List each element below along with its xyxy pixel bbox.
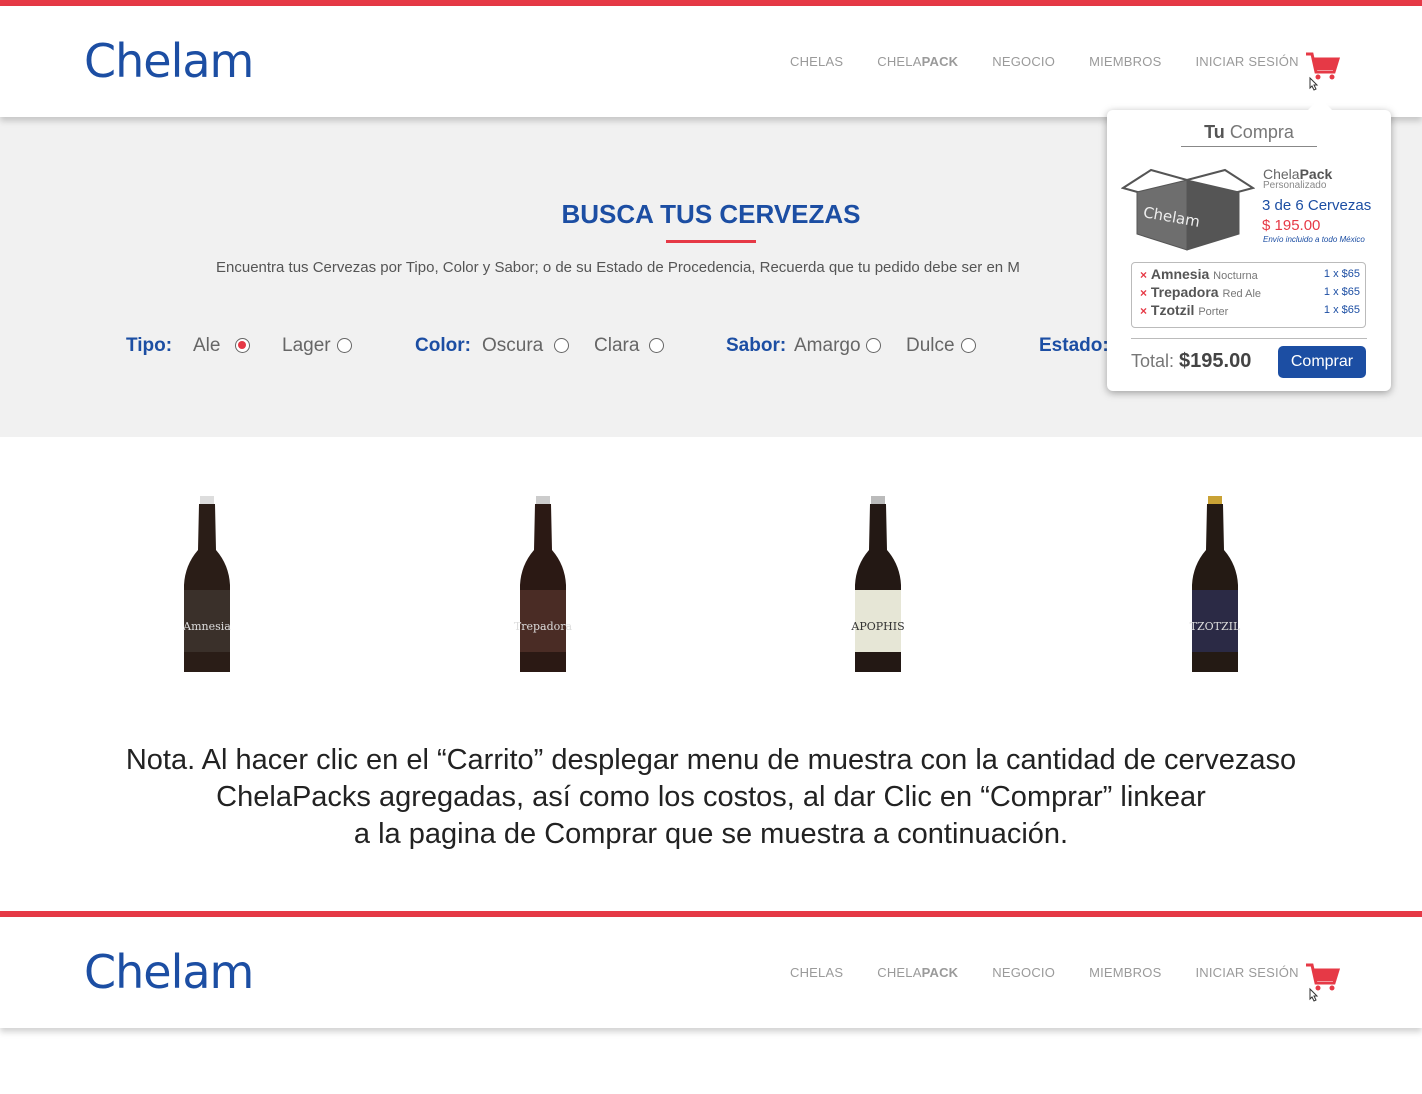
pack-shipping: Envío incluido a todo México bbox=[1263, 235, 1365, 244]
cart-total: Total: $195.00 bbox=[1131, 350, 1251, 373]
filter-clara-label: Clara bbox=[594, 335, 640, 356]
note-line-1: Nota. Al hacer clic en el “Carrito” desp… bbox=[125, 744, 1297, 776]
second-cart-icon[interactable] bbox=[1304, 961, 1341, 1003]
second-main-nav: CHELAS CHELAPACK NEGOCIO MIEMBROS INICIA… bbox=[790, 965, 1333, 980]
cart-item: × Trepadora Red Ale 1 x $65 bbox=[1140, 284, 1360, 302]
cart-total-value: $195.00 bbox=[1179, 350, 1252, 372]
cart-total-label: Total: bbox=[1131, 351, 1175, 371]
main-nav: CHELAS CHELAPACK NEGOCIO MIEMBROS INICIA… bbox=[790, 54, 1333, 69]
product-label-trepadora: Trepadora bbox=[513, 620, 573, 633]
second-nav-iniciar-sesion[interactable]: INICIAR SESIÓN bbox=[1195, 965, 1298, 980]
pack-subtitle: Personalizado bbox=[1263, 180, 1327, 191]
filter-tipo-label: Tipo: bbox=[126, 335, 173, 356]
box-icon: Chelam bbox=[1120, 162, 1256, 254]
nav-iniciar-sesion[interactable]: INICIAR SESIÓN bbox=[1195, 54, 1298, 69]
cart-item-variant: Nocturna bbox=[1213, 270, 1258, 282]
filter-ale-label: Ale bbox=[193, 335, 221, 356]
note-line-2: ChelaPacks agregadas, así como los costo… bbox=[216, 781, 1206, 813]
popup-title: Tu Compra bbox=[1107, 122, 1391, 143]
filter-estado-label: Estado: bbox=[1039, 335, 1109, 356]
cart-item-name: Amnesia bbox=[1150, 266, 1210, 282]
popup-divider bbox=[1131, 338, 1367, 339]
remove-icon[interactable]: × bbox=[1140, 304, 1147, 318]
filter-oscura-label: Oscura bbox=[482, 335, 544, 356]
popup-title-bold: Tu bbox=[1204, 122, 1225, 142]
second-nav-negocio[interactable]: NEGOCIO bbox=[992, 965, 1055, 980]
nav-chelapack[interactable]: CHELAPACK bbox=[877, 54, 958, 69]
popup-title-line bbox=[1181, 146, 1317, 147]
popup-arrow bbox=[1306, 98, 1334, 112]
pack-count: 3 de 6 Cervezas bbox=[1262, 197, 1372, 214]
filter-sabor-label: Sabor: bbox=[726, 335, 787, 356]
cart-item-variant: Porter bbox=[1198, 306, 1229, 318]
buy-button[interactable]: Comprar bbox=[1278, 346, 1366, 378]
second-nav-chelapack-prefix: CHELA bbox=[877, 965, 922, 980]
remove-icon[interactable]: × bbox=[1140, 268, 1147, 282]
product-label-tzotzil: TZOTZIL bbox=[1189, 620, 1241, 633]
second-logo[interactable]: Chelam bbox=[84, 945, 254, 999]
popup-title-rest: Compra bbox=[1229, 122, 1294, 142]
second-nav-chelas[interactable]: CHELAS bbox=[790, 965, 843, 980]
second-nav-chelapack-bold: PACK bbox=[921, 965, 959, 980]
product-tzotzil[interactable]: TZOTZIL bbox=[1175, 480, 1255, 675]
cart-item-name: Trepadora bbox=[1150, 284, 1219, 300]
second-nav-chelapack[interactable]: CHELAPACK bbox=[877, 965, 958, 980]
logo[interactable]: Chelam bbox=[84, 34, 254, 88]
cart-item: × Amnesia Nocturna 1 x $65 bbox=[1140, 266, 1360, 284]
product-label-amnesia: Amnesia bbox=[183, 620, 231, 633]
cart-item-qty: 1 x $65 bbox=[1323, 286, 1360, 298]
pack-price: $ 195.00 bbox=[1262, 217, 1321, 234]
filter-dulce-label: Dulce bbox=[906, 335, 955, 356]
product-grid: Amnesia Trepadora APOPHIS TZOTZIL bbox=[0, 480, 1422, 680]
filter-dulce-radio[interactable] bbox=[961, 338, 976, 353]
filter-clara-radio[interactable] bbox=[649, 338, 664, 353]
nav-chelapack-prefix: CHELA bbox=[877, 54, 922, 69]
cart-item-qty: 1 x $65 bbox=[1323, 268, 1360, 280]
cart-item-qty: 1 x $65 bbox=[1323, 304, 1360, 316]
filter-oscura-radio[interactable] bbox=[554, 338, 569, 353]
title-underline bbox=[666, 240, 756, 243]
design-note: Nota. Al hacer clic en el “Carrito” desp… bbox=[0, 742, 1422, 853]
filter-lager-label: Lager bbox=[282, 335, 331, 356]
second-site-header: Chelam CHELAS CHELAPACK NEGOCIO MIEMBROS… bbox=[0, 917, 1422, 1028]
cart-item-variant: Red Ale bbox=[1222, 288, 1262, 300]
cart-icon[interactable] bbox=[1304, 50, 1341, 92]
site-header: Chelam CHELAS CHELAPACK NEGOCIO MIEMBROS… bbox=[0, 6, 1422, 117]
note-line-3: a la pagina de Comprar que se muestra a … bbox=[353, 818, 1069, 850]
product-amnesia[interactable]: Amnesia bbox=[167, 480, 247, 675]
cart-item-name: Tzotzil bbox=[1150, 302, 1195, 318]
filter-amargo-radio[interactable] bbox=[866, 338, 881, 353]
nav-miembros[interactable]: MIEMBROS bbox=[1089, 54, 1161, 69]
cart-item: × Tzotzil Porter 1 x $65 bbox=[1140, 302, 1360, 320]
product-apophis[interactable]: APOPHIS bbox=[838, 480, 918, 675]
nav-negocio[interactable]: NEGOCIO bbox=[992, 54, 1055, 69]
remove-icon[interactable]: × bbox=[1140, 286, 1147, 300]
filter-ale-radio[interactable] bbox=[235, 338, 250, 353]
filter-lager-radio[interactable] bbox=[337, 338, 352, 353]
product-trepadora[interactable]: Trepadora bbox=[503, 480, 583, 675]
cart-item-list: × Amnesia Nocturna 1 x $65 × Trepadora R… bbox=[1131, 262, 1366, 328]
nav-chelas[interactable]: CHELAS bbox=[790, 54, 843, 69]
product-label-apophis: APOPHIS bbox=[851, 620, 905, 633]
cart-popup: Tu Compra Chelam ChelaPack Personalizado… bbox=[1107, 110, 1391, 391]
nav-chelapack-bold: PACK bbox=[921, 54, 959, 69]
second-nav-miembros[interactable]: MIEMBROS bbox=[1089, 965, 1161, 980]
search-subtitle: Encuentra tus Cervezas por Tipo, Color y… bbox=[216, 259, 1020, 276]
filter-amargo-label: Amargo bbox=[794, 335, 861, 356]
filter-color-label: Color: bbox=[415, 335, 471, 356]
